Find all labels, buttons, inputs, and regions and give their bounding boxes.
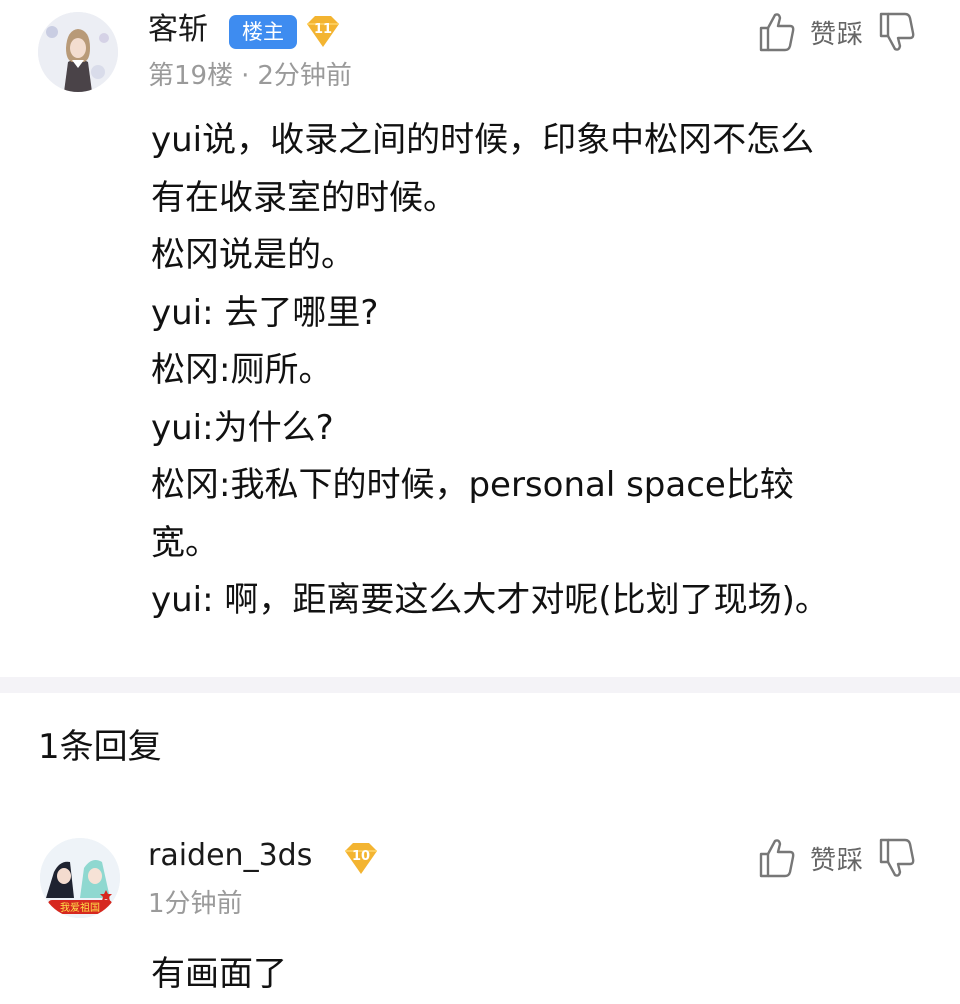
thumbs-up-icon[interactable]	[758, 836, 796, 880]
reply-count-heading: 1条回复	[38, 727, 162, 767]
thumbs-up-icon[interactable]	[758, 10, 796, 54]
section-divider	[0, 677, 960, 693]
post-content-line: 松冈:厕所。	[151, 350, 333, 390]
post-meta: 第19楼 · 2分钟前	[148, 58, 352, 94]
post-time: 2分钟前	[257, 61, 352, 91]
post-content-line: 松冈说是的。	[151, 235, 355, 275]
reply-vote-group: 赞踩	[758, 834, 916, 882]
post-author-avatar[interactable]	[38, 12, 118, 92]
reply-item: 我爱祖国 raiden_3ds 10 1分钟前 赞踩 有画面了	[0, 820, 960, 1002]
user-level-number: 11	[313, 22, 333, 37]
post-content-line: 宽。	[151, 522, 219, 563]
reply-content: 有画面了	[151, 946, 911, 1004]
avatar-caption: 我爱祖国	[60, 901, 100, 914]
reply-time: 1分钟前	[148, 889, 243, 919]
meta-separator: ·	[241, 61, 250, 91]
post-content-line: yui:为什么?	[151, 407, 334, 448]
post-author-name[interactable]: 客斩	[148, 10, 208, 50]
reply-author-avatar[interactable]: 我爱祖国	[40, 838, 120, 918]
post-vote-group: 赞踩	[758, 8, 916, 56]
thumbs-down-icon[interactable]	[878, 836, 916, 880]
post-content-line: yui说，收录之间的时候，印象中松冈不怎么	[151, 120, 815, 160]
user-level-badge: 11	[304, 13, 342, 51]
post-content-line: yui: 啊，距离要这么大才对呢(比划了现场)。	[151, 580, 829, 620]
vote-label: 赞踩	[809, 19, 864, 50]
user-level-number: 10	[351, 849, 371, 864]
post-content: yui说，收录之间的时候，印象中松冈不怎么 有在收录室的时候。 松冈说是的。 y…	[151, 112, 911, 630]
reply-content-line: 有画面了	[151, 954, 287, 994]
floor-number: 第19楼	[148, 61, 234, 91]
reply-author-name[interactable]: raiden_3ds	[148, 836, 312, 876]
post-card: 客斩 楼主 11 第19楼 · 2分钟前 赞踩 yui说，收录之间的时候，印象中松冈…	[0, 0, 960, 676]
reply-meta: 1分钟前	[148, 886, 243, 922]
reply-user-level-badge: 10	[342, 840, 380, 878]
post-content-line: 有在收录室的时候。	[151, 177, 457, 218]
thread-owner-badge: 楼主	[229, 15, 297, 49]
vote-label: 赞踩	[809, 845, 864, 876]
post-content-line: yui: 去了哪里?	[151, 292, 379, 333]
post-content-line: 松冈:我私下的时候，personal space比较	[151, 465, 794, 505]
thumbs-down-icon[interactable]	[878, 10, 916, 54]
